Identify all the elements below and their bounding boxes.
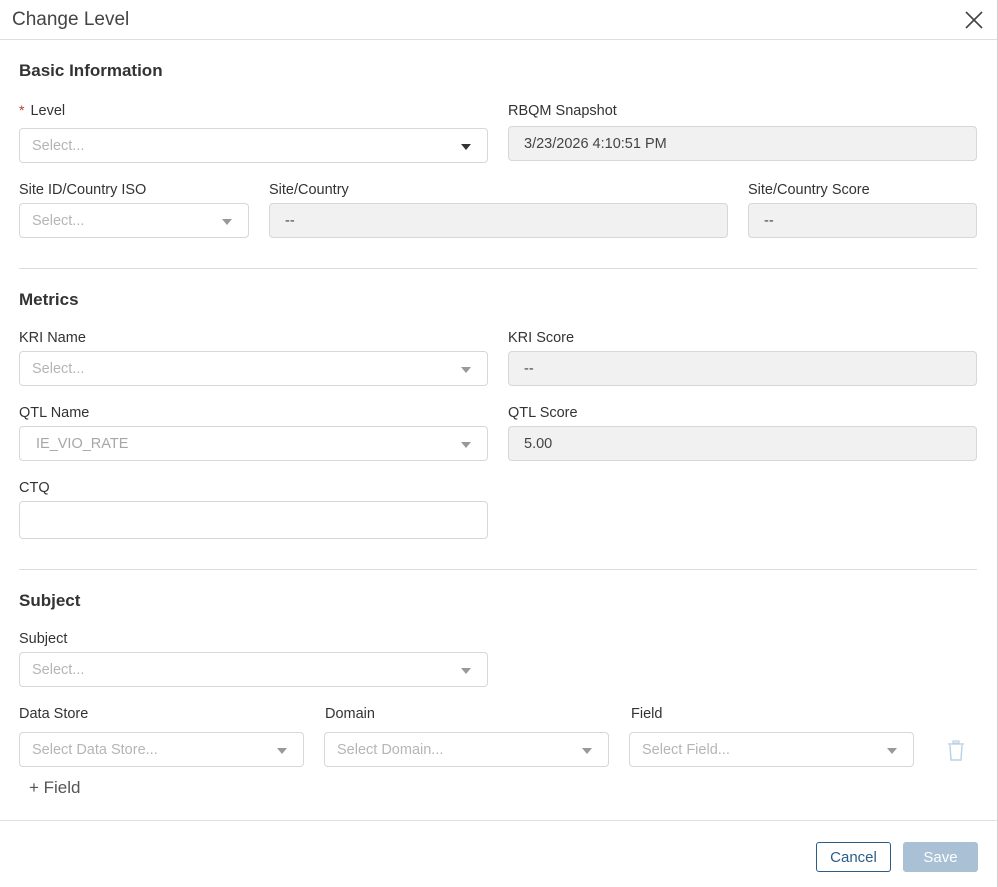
footer-divider xyxy=(0,820,997,821)
field-label: Field xyxy=(631,706,663,722)
domain-label: Domain xyxy=(325,706,375,722)
rbqm-snapshot-label: RBQM Snapshot xyxy=(508,103,617,119)
rbqm-snapshot-field: 3/23/2026 4:10:51 PM xyxy=(508,126,977,161)
metrics-heading: Metrics xyxy=(19,290,79,309)
qtl-score-field: 5.00 xyxy=(508,426,977,461)
domain-placeholder: Select Domain... xyxy=(337,741,444,758)
subject-heading: Subject xyxy=(19,591,81,610)
qtl-name-label: QTL Name xyxy=(19,405,90,421)
site-id-select[interactable]: Select... xyxy=(19,203,249,238)
site-country-score-label: Site/Country Score xyxy=(748,182,870,198)
ctq-input[interactable] xyxy=(19,501,488,539)
section-divider xyxy=(19,268,977,269)
chevron-down-icon xyxy=(461,143,471,150)
domain-select[interactable]: Select Domain... xyxy=(324,732,609,767)
field-select[interactable]: Select Field... xyxy=(629,732,914,767)
dialog-header: Change Level xyxy=(0,0,997,40)
chevron-down-icon xyxy=(582,747,592,754)
add-field-button[interactable]: + Field xyxy=(29,778,81,798)
rbqm-snapshot-value: 3/23/2026 4:10:51 PM xyxy=(524,135,667,152)
site-id-label: Site ID/Country ISO xyxy=(19,182,147,198)
trash-icon[interactable] xyxy=(946,740,966,762)
kri-name-select[interactable]: Select... xyxy=(19,351,488,386)
level-label: * Level xyxy=(19,102,65,119)
chevron-down-icon xyxy=(887,747,897,754)
chevron-down-icon xyxy=(277,747,287,754)
ctq-label: CTQ xyxy=(19,480,50,496)
cancel-button[interactable]: Cancel xyxy=(816,842,891,872)
level-select[interactable]: Select... xyxy=(19,128,488,163)
field-placeholder: Select Field... xyxy=(642,741,730,758)
site-country-label: Site/Country xyxy=(269,182,349,198)
basic-information-heading: Basic Information xyxy=(19,61,163,80)
kri-score-field: -- xyxy=(508,351,977,386)
chevron-down-icon xyxy=(461,366,471,373)
chevron-down-icon xyxy=(461,441,471,448)
subject-placeholder: Select... xyxy=(32,661,85,678)
qtl-name-select[interactable]: IE_VIO_RATE xyxy=(19,426,488,461)
delete-row-button[interactable] xyxy=(946,740,966,762)
data-store-select[interactable]: Select Data Store... xyxy=(19,732,304,767)
site-country-field: -- xyxy=(269,203,728,238)
site-country-value: -- xyxy=(285,212,295,229)
site-id-placeholder: Select... xyxy=(32,212,85,229)
chevron-down-icon xyxy=(461,667,471,674)
data-store-placeholder: Select Data Store... xyxy=(32,741,158,758)
kri-score-label: KRI Score xyxy=(508,330,575,346)
section-divider xyxy=(19,569,977,570)
qtl-score-value: 5.00 xyxy=(524,435,553,452)
close-button[interactable] xyxy=(962,9,986,31)
level-label-text: Level xyxy=(30,103,66,119)
chevron-down-icon xyxy=(222,218,232,225)
site-country-score-value: -- xyxy=(764,212,774,229)
required-marker: * xyxy=(19,102,25,118)
qtl-name-value: IE_VIO_RATE xyxy=(36,435,129,452)
data-store-label: Data Store xyxy=(19,706,89,722)
kri-name-label: KRI Name xyxy=(19,330,86,346)
subject-select[interactable]: Select... xyxy=(19,652,488,687)
change-level-dialog: Change Level Basic Information * Level Se… xyxy=(0,0,998,887)
close-icon[interactable] xyxy=(962,9,986,31)
kri-score-value: -- xyxy=(524,360,534,377)
qtl-score-label: QTL Score xyxy=(508,405,578,421)
subject-label: Subject xyxy=(19,631,68,647)
dialog-title: Change Level xyxy=(12,9,130,30)
kri-name-placeholder: Select... xyxy=(32,360,85,377)
save-button[interactable]: Save xyxy=(903,842,978,872)
site-country-score-field: -- xyxy=(748,203,977,238)
level-placeholder: Select... xyxy=(32,137,85,154)
